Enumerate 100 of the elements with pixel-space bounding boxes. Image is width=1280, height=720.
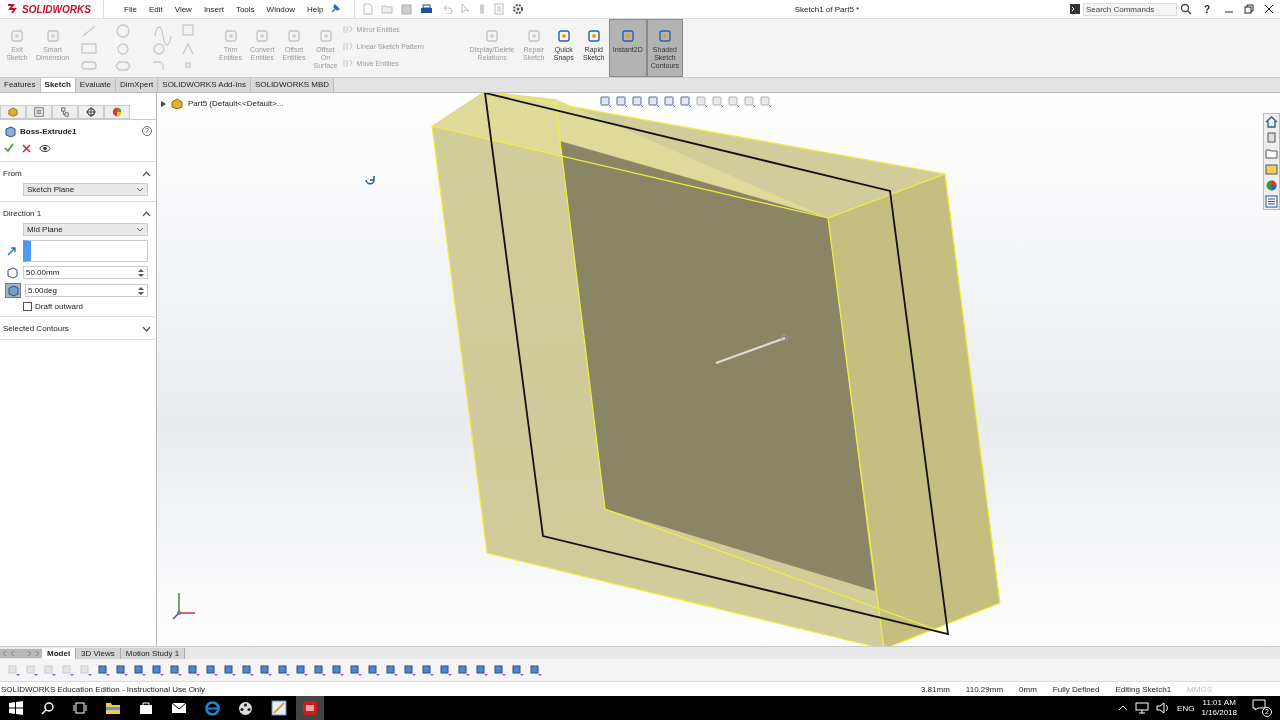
selection-field[interactable]	[23, 240, 148, 262]
tree-item[interactable]: Part5 (Default<<Default>...	[188, 99, 284, 108]
pin-icon[interactable]	[329, 4, 340, 14]
palette-icon[interactable]	[1265, 163, 1278, 176]
selection-filter-icon[interactable]	[350, 663, 363, 677]
search-field[interactable]: Search Commands	[1082, 2, 1177, 16]
selection-filter-icon[interactable]	[386, 663, 399, 677]
selection-filter-icon[interactable]	[206, 663, 219, 677]
command-tab[interactable]: SOLIDWORKS Add-Ins	[158, 78, 251, 92]
view-tool-icon[interactable]	[631, 95, 644, 108]
view-tool-icon[interactable]	[679, 95, 692, 108]
cad-app-icon[interactable]	[302, 700, 318, 716]
selection-filter-icon[interactable]	[458, 663, 471, 677]
ok-checkmark-icon[interactable]	[4, 143, 14, 153]
search-icon[interactable]	[1179, 3, 1192, 15]
clock[interactable]: 11:01 AM 1/16/2018	[1201, 698, 1237, 718]
selection-filter-icon[interactable]	[314, 663, 327, 677]
selection-filter-icon[interactable]	[404, 663, 417, 677]
home-icon[interactable]	[1265, 115, 1278, 128]
selection-filter-icon[interactable]	[188, 663, 201, 677]
menu-item[interactable]: Help	[301, 4, 330, 14]
list-icon[interactable]	[1265, 195, 1278, 208]
feature-tree-icon[interactable]	[0, 105, 26, 119]
spinner-arrows-icon[interactable]	[137, 285, 145, 296]
menu-item[interactable]: Edit	[142, 4, 169, 14]
menu-item[interactable]: File	[118, 4, 143, 14]
configuration-icon[interactable]	[52, 105, 78, 119]
appearance-icon[interactable]	[1265, 179, 1278, 192]
tree-expand-icon[interactable]	[161, 100, 166, 107]
speaker-icon[interactable]	[1156, 702, 1171, 714]
selection-filter-icon[interactable]	[332, 663, 345, 677]
restore-icon[interactable]	[1244, 4, 1254, 14]
dropdown-field[interactable]: Sketch Plane	[23, 183, 148, 196]
cancel-icon[interactable]	[22, 143, 31, 153]
draft-toggle-icon[interactable]	[5, 283, 21, 298]
selection-filter-icon[interactable]	[440, 663, 453, 677]
command-tab[interactable]: Sketch	[40, 78, 76, 92]
selection-filter-icon[interactable]	[116, 663, 129, 677]
windows-start-icon[interactable]	[9, 701, 23, 715]
view-tab[interactable]: Motion Study 1	[120, 647, 186, 659]
close-icon[interactable]	[1264, 4, 1274, 14]
selection-filter-icon[interactable]	[170, 663, 183, 677]
appearance-icon[interactable]	[104, 105, 130, 119]
expand-caret-icon[interactable]	[142, 325, 151, 332]
network-icon[interactable]	[1135, 702, 1150, 714]
browser-e-icon[interactable]	[205, 700, 220, 716]
selection-filter-icon[interactable]	[152, 663, 165, 677]
number-field[interactable]: 5.00deg	[25, 284, 148, 297]
command-tab[interactable]: DimXpert	[115, 78, 159, 92]
command-tab[interactable]: SOLIDWORKS MBD	[250, 78, 335, 92]
help-button[interactable]: ?	[1203, 3, 1210, 15]
view-tab[interactable]: Model	[42, 647, 77, 659]
selection-filter-icon[interactable]	[476, 663, 489, 677]
menu-item[interactable]: Insert	[197, 4, 230, 14]
collapse-caret-icon[interactable]	[142, 170, 151, 177]
language-indicator[interactable]: ENG	[1177, 703, 1195, 713]
selection-filter-icon[interactable]	[98, 663, 111, 677]
direction-arrow-icon[interactable]	[5, 246, 19, 256]
selection-filter-icon[interactable]	[242, 663, 255, 677]
property-list-icon[interactable]	[26, 105, 52, 119]
eye-icon[interactable]	[39, 143, 51, 153]
selection-filter-icon[interactable]	[224, 663, 237, 677]
search-icon[interactable]	[41, 701, 55, 715]
checkbox[interactable]	[23, 302, 32, 311]
number-field[interactable]: 50.00mm	[23, 266, 148, 279]
dropdown-field[interactable]: Mid Plane	[23, 223, 148, 236]
collapse-caret-icon[interactable]	[142, 210, 151, 217]
print-icon[interactable]	[420, 3, 433, 15]
menu-item[interactable]: Tools	[229, 4, 261, 14]
selection-filter-icon[interactable]	[260, 663, 273, 677]
spinner-arrows-icon[interactable]	[137, 267, 145, 278]
selection-filter-icon[interactable]	[368, 663, 381, 677]
view-tab[interactable]: 3D Views	[76, 647, 121, 659]
selection-filter-icon[interactable]	[530, 663, 543, 677]
view-tool-icon[interactable]	[663, 95, 676, 108]
store-bag-icon[interactable]	[139, 701, 153, 715]
film-reel-icon[interactable]	[238, 700, 253, 716]
selection-filter-icon[interactable]	[296, 663, 309, 677]
selection-filter-icon[interactable]	[134, 663, 147, 677]
command-tab[interactable]: Evaluate	[75, 78, 116, 92]
command-tab[interactable]: Features	[0, 78, 41, 92]
menu-item[interactable]: View	[168, 4, 198, 14]
crosshair-icon[interactable]	[78, 105, 104, 119]
library-icon[interactable]	[1265, 131, 1278, 144]
settings-icon[interactable]	[512, 3, 524, 15]
tab-scroll-arrows-icon[interactable]	[0, 648, 42, 658]
task-view-icon[interactable]	[73, 701, 87, 715]
mail-icon[interactable]	[171, 702, 187, 714]
selection-filter-icon[interactable]	[278, 663, 291, 677]
menu-item[interactable]: Window	[260, 4, 302, 14]
view-tool-icon[interactable]	[647, 95, 660, 108]
pen-app-icon[interactable]	[271, 700, 287, 716]
view-tool-icon[interactable]	[615, 95, 628, 108]
selection-filter-icon[interactable]	[494, 663, 507, 677]
selection-filter-icon[interactable]	[512, 663, 525, 677]
folder-icon[interactable]	[105, 701, 121, 715]
depth-icon[interactable]	[5, 266, 19, 279]
chevron-up-icon[interactable]	[1118, 705, 1129, 711]
selection-filter-icon[interactable]	[422, 663, 435, 677]
view-tool-icon[interactable]	[599, 95, 612, 108]
